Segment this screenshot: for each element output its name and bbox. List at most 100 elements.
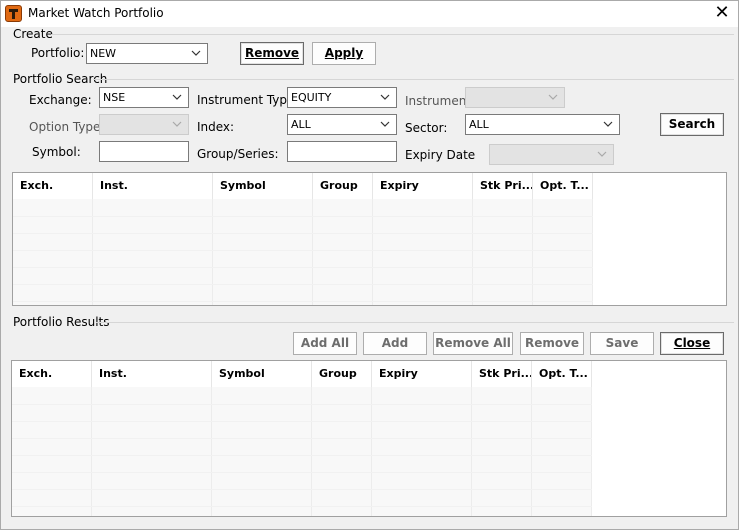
chevron-down-icon — [172, 91, 182, 103]
grid-row-line — [12, 472, 592, 473]
chevron-down-icon — [172, 118, 182, 130]
grid-column-header[interactable]: Symbol — [219, 367, 311, 380]
grid-column-header[interactable]: Opt. T... — [540, 179, 592, 192]
apply-button[interactable]: Apply — [312, 42, 376, 65]
grid-column-header[interactable]: Group — [319, 367, 371, 380]
grid-header-divider — [592, 173, 593, 199]
sector-label: Sector: — [405, 121, 448, 135]
grid-column-header[interactable]: Expiry — [380, 179, 472, 192]
grid-row-line — [12, 489, 592, 490]
grid-column — [212, 387, 312, 516]
chevron-down-icon — [548, 91, 558, 103]
grid-column-header[interactable]: Inst. — [100, 179, 212, 192]
grid-column — [373, 199, 473, 305]
close-icon[interactable]: ✕ — [712, 3, 732, 23]
chevron-down-icon — [191, 47, 201, 59]
grid-column — [92, 387, 212, 516]
close-button[interactable]: Close — [660, 332, 724, 355]
portfolio-combo[interactable]: NEW — [86, 43, 208, 64]
exchange-label: Exchange: — [29, 93, 92, 107]
grid-header-divider — [531, 361, 532, 387]
expiry-date-label: Expiry Date — [405, 148, 476, 162]
grid-column — [312, 387, 372, 516]
grid-column — [532, 387, 592, 516]
grid-row-line — [13, 301, 593, 302]
create-separator — [51, 34, 734, 35]
remove-button[interactable]: Remove — [520, 332, 584, 355]
grid-row-line — [12, 438, 592, 439]
instrument-combo[interactable] — [465, 87, 565, 108]
create-section-label: Create — [13, 27, 53, 41]
grid-column-header[interactable]: Expiry — [379, 367, 471, 380]
grid-column — [13, 199, 93, 305]
search-button[interactable]: Search — [660, 113, 724, 136]
symbol-input[interactable] — [99, 141, 189, 162]
expiry-date-combo[interactable] — [489, 144, 614, 165]
grid-header-divider — [311, 361, 312, 387]
grid-column-header[interactable]: Opt. T... — [539, 367, 591, 380]
window-title: Market Watch Portfolio — [28, 6, 164, 20]
grid-column-header[interactable]: Group — [320, 179, 372, 192]
grid-column-header[interactable]: Symbol — [220, 179, 312, 192]
portfolio-label: Portfolio: — [31, 46, 85, 60]
grid-header-divider — [91, 361, 92, 387]
symbol-label: Symbol: — [32, 145, 81, 159]
option-type-combo[interactable] — [99, 114, 189, 135]
grid-column — [12, 387, 92, 516]
grid-row-line — [12, 404, 592, 405]
search-results-grid[interactable]: Exch. Inst. Symbol Group Expiry Stk Pri... Opt… — [12, 172, 727, 306]
grid-row-line — [12, 455, 592, 456]
grid-column-header[interactable]: Stk Pri... — [479, 367, 531, 380]
portfolio-combo-value: NEW — [90, 47, 117, 60]
app-logo-icon — [5, 5, 22, 22]
grid-header-divider — [312, 173, 313, 199]
exchange-combo[interactable]: NSE — [99, 87, 189, 108]
grid-column — [472, 387, 532, 516]
market-watch-portfolio-window: Market Watch Portfolio ✕ Create Portfoli… — [0, 0, 739, 530]
grid-header-divider — [212, 173, 213, 199]
grid-header-divider — [92, 173, 93, 199]
grid-column-header[interactable]: Exch. — [20, 179, 92, 192]
grid-row-line — [12, 421, 592, 422]
instrument-type-combo-value: EQUITY — [291, 91, 332, 104]
chevron-down-icon — [380, 91, 390, 103]
index-combo[interactable]: ALL — [287, 114, 397, 135]
remove-all-button[interactable]: Remove All — [433, 332, 513, 355]
chevron-down-icon — [380, 118, 390, 130]
index-label: Index: — [197, 120, 235, 134]
instrument-type-label: Instrument Type: — [197, 93, 299, 107]
grid-column — [372, 387, 472, 516]
title-bar: Market Watch Portfolio ✕ — [1, 1, 738, 27]
sector-combo[interactable]: ALL — [465, 114, 620, 135]
grid-row-line — [12, 506, 592, 507]
grid-column-header[interactable]: Inst. — [99, 367, 211, 380]
chevron-down-icon — [597, 148, 607, 160]
grid-row-line — [13, 233, 593, 234]
grid-header-divider — [591, 361, 592, 387]
grid-column-header[interactable]: Stk Pri... — [480, 179, 532, 192]
grid-column-header[interactable]: Exch. — [19, 367, 91, 380]
grid-row-line — [13, 250, 593, 251]
grid-header-divider — [211, 361, 212, 387]
option-type-label: Option Type: — [29, 120, 105, 134]
chevron-down-icon — [603, 118, 613, 130]
add-all-button[interactable]: Add All — [293, 332, 357, 355]
save-button[interactable]: Save — [590, 332, 654, 355]
exchange-combo-value: NSE — [103, 91, 126, 104]
group-series-label: Group/Series: — [197, 147, 279, 161]
index-combo-value: ALL — [291, 118, 311, 131]
instrument-type-combo[interactable]: EQUITY — [287, 87, 397, 108]
grid-header-divider — [532, 173, 533, 199]
grid-column — [313, 199, 373, 305]
search-separator — [93, 79, 734, 80]
add-button[interactable]: Add — [363, 332, 427, 355]
portfolio-results-grid[interactable]: Exch. Inst. Symbol Group Expiry Stk Pri... Opt… — [11, 360, 727, 517]
grid-column — [213, 199, 313, 305]
grid-column — [533, 199, 593, 305]
grid-header-divider — [371, 361, 372, 387]
grid-row-line — [13, 284, 593, 285]
grid-header-divider — [472, 173, 473, 199]
group-series-input[interactable] — [287, 141, 397, 162]
remove-portfolio-button[interactable]: Remove — [240, 42, 304, 65]
grid-header-divider — [372, 173, 373, 199]
